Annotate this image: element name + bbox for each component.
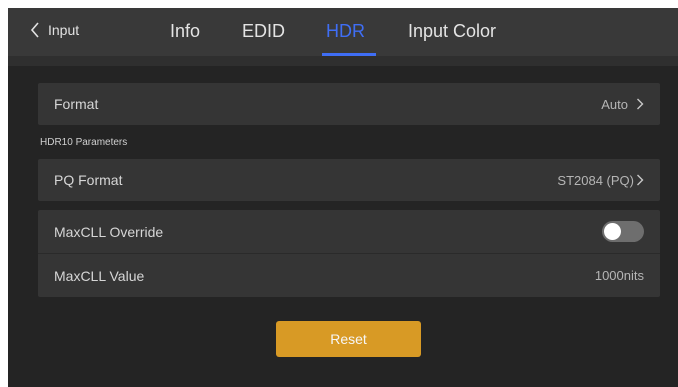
hdr-settings-screen: Input Info EDID HDR Input Color Format A… xyxy=(8,8,678,387)
pq-format-value-group: ST2084 (PQ) xyxy=(557,173,644,188)
back-button[interactable]: Input xyxy=(30,18,79,42)
pq-format-value: ST2084 (PQ) xyxy=(557,172,634,188)
format-row[interactable]: Format Auto xyxy=(38,83,660,125)
chevron-right-icon xyxy=(637,98,644,110)
header-divider xyxy=(8,56,678,66)
back-label: Input xyxy=(48,22,80,38)
format-label: Format xyxy=(54,96,99,112)
chevron-left-icon xyxy=(30,22,39,38)
maxcll-value-row: MaxCLL Value 1000nits xyxy=(38,254,660,297)
format-value-group: Auto xyxy=(601,97,644,112)
reset-button[interactable]: Reset xyxy=(276,321,421,357)
format-value: Auto xyxy=(601,96,628,112)
maxcll-override-row: MaxCLL Override xyxy=(38,210,660,253)
section-title-hdr10-parameters: HDR10 Parameters xyxy=(40,137,128,148)
toggle-knob xyxy=(604,223,621,240)
top-navigation-bar: Input Info EDID HDR Input Color xyxy=(8,8,678,56)
tab-hdr[interactable]: HDR xyxy=(326,18,365,44)
maxcll-override-label: MaxCLL Override xyxy=(54,223,164,240)
pq-format-row[interactable]: PQ Format ST2084 (PQ) xyxy=(38,159,660,201)
maxcll-value: 1000nits xyxy=(594,268,644,283)
tab-info[interactable]: Info xyxy=(170,18,200,44)
tab-edid[interactable]: EDID xyxy=(242,18,285,44)
tab-input-color[interactable]: Input Color xyxy=(408,18,496,44)
chevron-right-icon xyxy=(637,174,644,186)
maxcll-override-toggle[interactable] xyxy=(602,221,644,242)
maxcll-value-label: MaxCLL Value xyxy=(54,267,145,284)
pq-format-label: PQ Format xyxy=(54,172,123,188)
